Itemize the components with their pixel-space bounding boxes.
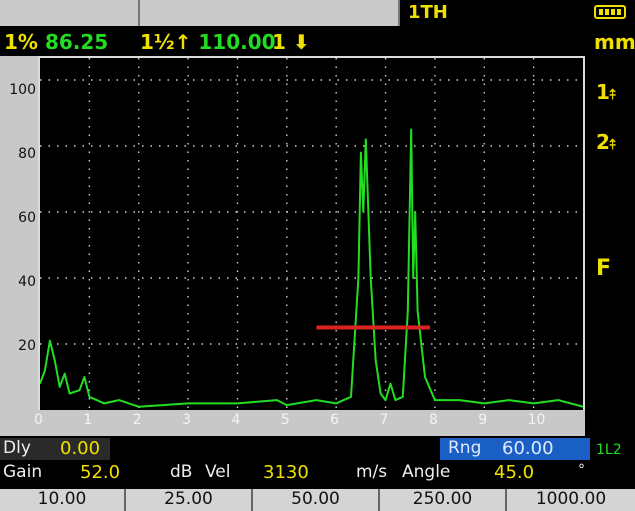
x-tick-label: 5 — [280, 412, 290, 428]
softkey-4[interactable]: 250.00 — [380, 489, 507, 511]
vel-unit: m/s — [356, 462, 388, 482]
dly-label: Dly — [3, 438, 31, 458]
x-tick-label: 4 — [231, 412, 241, 428]
readout-1-value: 86.25 — [44, 30, 109, 54]
softkey-5[interactable]: 1000.00 — [507, 489, 635, 511]
right-indicator-panel — [585, 56, 635, 436]
gain-unit: dB — [170, 462, 193, 482]
gain-value[interactable]: 52.0 — [80, 462, 120, 483]
readout-3: 1 ⬇ — [272, 30, 310, 54]
vel-value[interactable]: 3130 — [263, 462, 309, 483]
x-tick-label: 0 — [34, 412, 43, 428]
gate-1-peak-icon: ⤉ — [609, 87, 617, 103]
readout-2: 1½↑ 110.00 — [140, 30, 276, 54]
vel-label: Vel — [205, 462, 231, 482]
softkey-1[interactable]: 10.00 — [0, 489, 126, 511]
y-tick-label: 40 — [18, 274, 36, 290]
gate-2-label: 2 — [596, 130, 610, 154]
softkey-3[interactable]: 50.00 — [253, 489, 380, 511]
y-tick-label: 60 — [18, 210, 36, 226]
readout-1: 1% 86.25 — [4, 30, 108, 54]
a-scan-display — [38, 56, 585, 412]
angle-value[interactable]: 45.0 — [494, 462, 534, 483]
x-tick-label: 8 — [428, 412, 438, 428]
y-tick-label: 20 — [18, 338, 36, 354]
y-axis-panel — [0, 56, 38, 436]
x-tick-label: 7 — [379, 412, 389, 428]
gate-1-label: 1 — [596, 80, 610, 104]
status-tab-center — [140, 0, 400, 26]
angle-label: Angle — [402, 462, 451, 482]
dly-field[interactable]: Dly 0.00 — [0, 438, 110, 460]
filter-indicator: F — [596, 256, 612, 281]
x-tick-label: 9 — [478, 412, 488, 428]
gate-1-indicator[interactable]: 1⤉ — [596, 80, 616, 104]
mode-indicator: 1TH — [408, 2, 448, 23]
gain-label: Gain — [3, 462, 43, 482]
readout-1-prefix: 1% — [4, 30, 38, 54]
gate-2-peak-icon: ⤉ — [609, 137, 617, 153]
readout-2-prefix: 1½↑ — [140, 30, 192, 54]
readout-2-value: 110.00 — [198, 30, 276, 54]
y-tick-label: 80 — [18, 146, 36, 162]
echo-signal-line — [39, 128, 584, 408]
x-tick-label: 2 — [132, 412, 142, 428]
rng-label: Rng — [448, 438, 482, 458]
channel-tag: 1L2 — [596, 442, 622, 458]
rng-field[interactable]: Rng 60.00 — [440, 438, 590, 460]
angle-unit: ° — [578, 462, 585, 478]
x-tick-label: 6 — [330, 412, 340, 428]
units-label: mm — [594, 30, 635, 54]
y-tick-label: 100 — [9, 82, 36, 98]
x-tick-label: 10 — [527, 412, 546, 428]
dly-value: 0.00 — [60, 438, 101, 459]
rng-value: 60.00 — [502, 438, 554, 459]
x-tick-label: 3 — [182, 412, 191, 428]
gate-down-arrow-icon: ⬇ — [292, 30, 310, 54]
a-scan-plot — [39, 58, 584, 410]
readout-3-prefix: 1 — [272, 30, 286, 54]
status-tab-left — [0, 0, 140, 26]
x-tick-label: 1 — [83, 412, 93, 428]
battery-icon — [594, 5, 626, 19]
softkey-2[interactable]: 25.00 — [126, 489, 253, 511]
gate-2-indicator[interactable]: 2⤉ — [596, 130, 616, 154]
